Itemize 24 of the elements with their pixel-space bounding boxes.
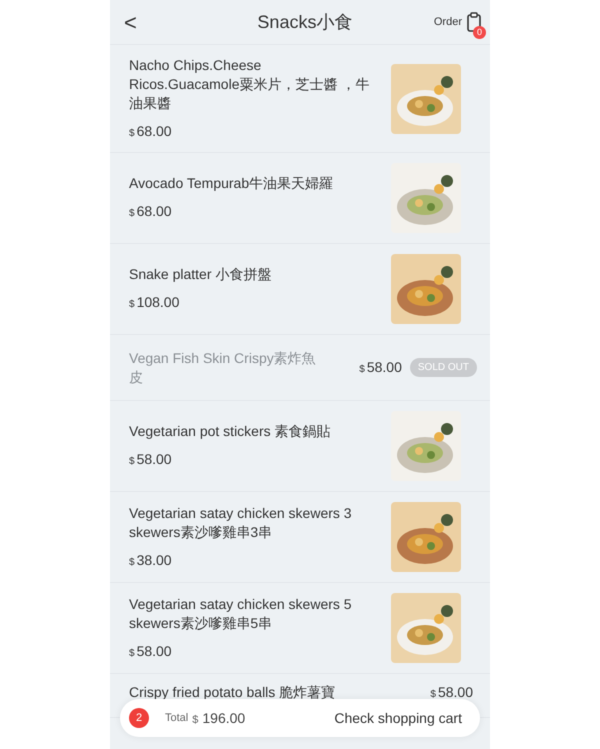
item-price: $68.00 [129,202,173,221]
item-price: $68.00 [129,122,173,140]
cart-total: $ 196.00 [192,708,246,728]
item-price: $58.00 [430,683,473,702]
total-label: Total [165,710,188,726]
item-price: $38.00 [129,550,173,570]
item-price: $58.00 [129,450,173,469]
order-link[interactable]: Order [434,14,462,30]
item-price: $58.00 [359,358,402,377]
item-name: Avocado Tempurab牛油果天婦羅 [129,174,334,193]
item-name: Nacho Chips.Cheese Ricos.Guacamole粟米片，芝士醬 ，牛油果醬 [129,56,370,112]
item-name: Crispy fried potato balls 脆炸薯寶 [129,683,336,702]
cart-count-badge: 2 [129,708,149,728]
item-name: Vegan Fish Skin Crispy素炸魚皮 [129,348,317,386]
page-title: Snacks小食 [256,10,354,34]
item-name: Vegetarian satay chicken skewers 5 skewers素沙嗲雞串5串 [129,594,353,632]
item-price: $58.00 [129,642,173,660]
order-count-badge: 0 [473,26,486,39]
back-button[interactable]: < [110,6,146,38]
check-cart-button[interactable]: Check shopping cart [334,708,462,728]
item-name: Vegetarian pot stickers 素食鍋貼 [129,422,332,441]
item-price: $108.00 [129,293,180,312]
item-name: Snake platter 小食拼盤 [129,265,272,284]
item-name: Vegetarian satay chicken skewers 3 skewers素沙嗲雞串3串 [129,504,353,542]
